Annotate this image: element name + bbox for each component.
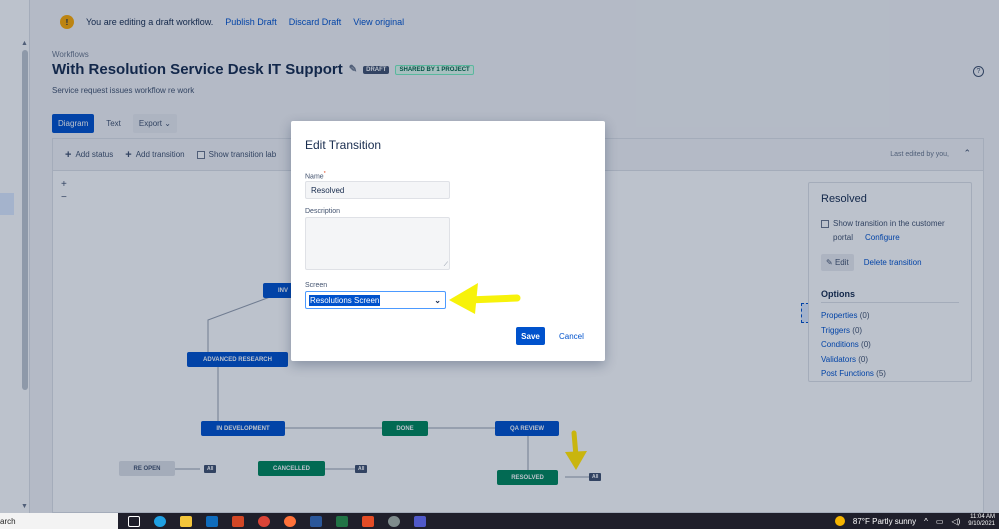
screen-select[interactable]: Resolutions Screen ⌄ xyxy=(305,291,446,309)
search-text: arch xyxy=(0,516,16,526)
powerpoint-icon[interactable] xyxy=(232,515,244,527)
dialog-title: Edit Transition xyxy=(305,138,382,152)
settings-gear-icon[interactable] xyxy=(388,515,400,527)
screen-selected-value: Resolutions Screen xyxy=(309,294,381,306)
screen-label: Screen xyxy=(305,282,328,289)
tray-volume-icon[interactable]: ◁) xyxy=(951,517,960,526)
system-tray: 87°F Partly sunny ^ ▭ ◁) 11:04 AM 9/10/2… xyxy=(834,513,995,529)
word-icon[interactable] xyxy=(310,515,322,527)
tray-network-icon[interactable]: ▭ xyxy=(936,517,944,526)
resize-grip-icon[interactable]: ⟋ xyxy=(444,262,448,269)
tray-chevron-up-icon[interactable]: ^ xyxy=(924,517,928,526)
taskbar-search-box[interactable]: arch xyxy=(0,513,118,529)
name-label-text: Name xyxy=(305,173,324,181)
clock-time: 11:04 AM xyxy=(970,514,995,520)
acrobat-icon[interactable] xyxy=(362,515,374,527)
weather-sun-icon[interactable] xyxy=(834,516,845,526)
excel-icon[interactable] xyxy=(336,515,348,527)
windows-taskbar: arch 87°F Partly sunny ^ ▭ ◁) 11:04 AM 9… xyxy=(0,513,999,529)
teams-icon[interactable] xyxy=(414,515,426,527)
name-label: Name* xyxy=(305,171,326,180)
edge-browser-icon[interactable] xyxy=(154,515,166,527)
chevron-down-icon: ⌄ xyxy=(434,296,441,305)
description-label: Description xyxy=(305,208,341,215)
clock[interactable]: 11:04 AM 9/10/2021 xyxy=(968,514,995,528)
clock-date: 9/10/2021 xyxy=(968,521,995,527)
required-asterisk: * xyxy=(323,171,326,177)
description-textarea[interactable]: ⟋ xyxy=(305,217,450,270)
cancel-button[interactable]: Cancel xyxy=(559,332,584,341)
edit-transition-dialog: Edit Transition Name* Resolved Descripti… xyxy=(291,121,605,361)
chrome-icon[interactable] xyxy=(258,515,270,527)
save-button[interactable]: Save xyxy=(516,327,545,345)
firefox-icon[interactable] xyxy=(284,515,296,527)
weather-text[interactable]: 87°F Partly sunny xyxy=(853,517,916,526)
file-explorer-icon[interactable] xyxy=(180,515,192,527)
taskbar-apps xyxy=(128,515,426,527)
outlook-icon[interactable] xyxy=(206,515,218,527)
task-view-icon[interactable] xyxy=(128,515,140,527)
name-input[interactable]: Resolved xyxy=(305,181,450,199)
